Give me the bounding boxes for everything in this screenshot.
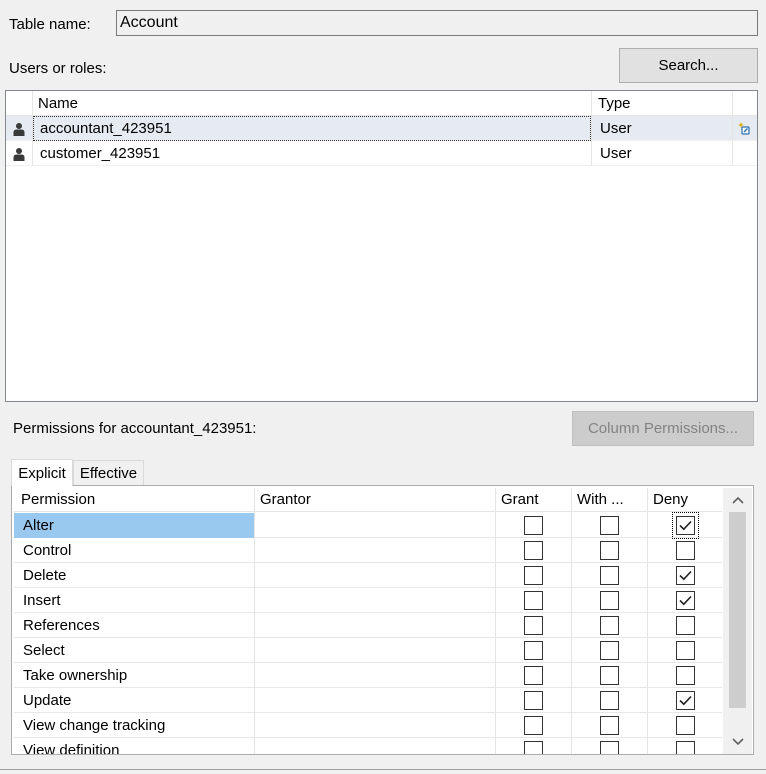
user-type: User — [600, 145, 632, 162]
scrollbar-thumb[interactable] — [729, 512, 746, 708]
user-type: User — [600, 120, 632, 137]
column-header-name[interactable]: Name — [38, 95, 78, 112]
permission-name: Select — [23, 642, 65, 659]
with-grant-checkbox[interactable] — [600, 716, 619, 735]
permission-row[interactable]: View change tracking — [14, 713, 722, 738]
grant-checkbox[interactable] — [524, 591, 543, 610]
permission-row[interactable]: Take ownership — [14, 663, 722, 688]
column-header-with-grant[interactable]: With ... — [577, 491, 624, 508]
sparkle-edit-icon[interactable] — [737, 121, 751, 139]
deny-checkbox[interactable] — [676, 541, 695, 560]
deny-checkbox[interactable] — [672, 512, 699, 539]
table-name-label: Table name: — [9, 16, 91, 33]
grant-checkbox[interactable] — [524, 516, 543, 535]
permission-name: View change tracking — [23, 717, 166, 734]
permissions-for-label: Permissions for accountant_423951: — [13, 420, 257, 437]
scroll-down-arrow-icon[interactable] — [723, 732, 752, 752]
with-grant-checkbox[interactable] — [600, 541, 619, 560]
deny-checkbox[interactable] — [676, 616, 695, 635]
permission-row[interactable]: Select — [14, 638, 722, 663]
with-grant-checkbox[interactable] — [600, 591, 619, 610]
permission-name: Update — [23, 692, 72, 709]
permission-name: Delete — [23, 567, 67, 584]
permission-name: References — [23, 617, 100, 634]
deny-checkbox[interactable] — [676, 716, 695, 735]
deny-checkbox[interactable] — [676, 566, 695, 585]
with-grant-checkbox[interactable] — [600, 516, 619, 535]
with-grant-checkbox[interactable] — [600, 566, 619, 585]
user-row[interactable]: customer_423951 User — [6, 141, 757, 166]
deny-checkbox[interactable] — [676, 691, 695, 710]
permission-row[interactable]: References — [14, 613, 722, 638]
permissions-grid[interactable]: Permission Grantor Grant With ... Deny A… — [14, 488, 722, 754]
grant-checkbox[interactable] — [524, 716, 543, 735]
users-list-header: Name Type — [6, 91, 757, 116]
permission-row[interactable]: Delete — [14, 563, 722, 588]
grant-checkbox[interactable] — [524, 741, 543, 754]
tab-effective[interactable]: Effective — [73, 460, 144, 485]
permission-name: View definition — [23, 742, 120, 754]
user-name: accountant_423951 — [40, 120, 172, 137]
column-header-deny[interactable]: Deny — [653, 491, 688, 508]
with-grant-checkbox[interactable] — [600, 741, 619, 754]
column-header-grant[interactable]: Grant — [501, 491, 539, 508]
users-roles-label: Users or roles: — [9, 60, 107, 77]
column-header-permission[interactable]: Permission — [21, 491, 95, 508]
permission-row[interactable]: Update — [14, 688, 722, 713]
bottom-divider — [0, 769, 766, 770]
permission-row[interactable]: Alter — [14, 512, 722, 539]
search-button[interactable]: Search... — [619, 48, 758, 83]
permission-name: Insert — [23, 592, 61, 609]
permission-row[interactable]: Control — [14, 538, 722, 563]
column-header-grantor[interactable]: Grantor — [260, 491, 311, 508]
grant-checkbox[interactable] — [524, 666, 543, 685]
permission-row[interactable]: View definition — [14, 738, 722, 754]
user-row[interactable]: accountant_423951 User — [6, 116, 757, 141]
deny-checkbox[interactable] — [676, 591, 695, 610]
permission-name: Take ownership — [23, 667, 128, 684]
permissions-panel: Permission Grantor Grant With ... Deny A… — [11, 485, 754, 755]
deny-checkbox[interactable] — [676, 641, 695, 660]
user-icon — [13, 122, 25, 136]
with-grant-checkbox[interactable] — [600, 616, 619, 635]
grant-checkbox[interactable] — [524, 541, 543, 560]
with-grant-checkbox[interactable] — [600, 691, 619, 710]
table-name-field[interactable]: Account — [116, 10, 758, 36]
user-icon — [13, 147, 25, 161]
users-list[interactable]: Name Type accountant_423951 User customer_… — [5, 90, 758, 402]
deny-checkbox[interactable] — [676, 741, 695, 754]
column-permissions-button[interactable]: Column Permissions... — [572, 411, 754, 446]
permission-name: Alter — [23, 517, 54, 534]
permissions-scrollbar[interactable] — [723, 488, 752, 754]
with-grant-checkbox[interactable] — [600, 666, 619, 685]
grant-checkbox[interactable] — [524, 691, 543, 710]
tab-explicit[interactable]: Explicit — [11, 459, 73, 486]
grant-checkbox[interactable] — [524, 641, 543, 660]
column-header-type[interactable]: Type — [598, 95, 631, 112]
grant-checkbox[interactable] — [524, 566, 543, 585]
permissions-header: Permission Grantor Grant With ... Deny — [14, 488, 722, 513]
deny-checkbox[interactable] — [676, 666, 695, 685]
user-name: customer_423951 — [40, 145, 161, 162]
grant-checkbox[interactable] — [524, 616, 543, 635]
scroll-up-arrow-icon[interactable] — [723, 490, 752, 510]
with-grant-checkbox[interactable] — [600, 641, 619, 660]
permission-row[interactable]: Insert — [14, 588, 722, 613]
permission-name: Control — [23, 542, 72, 559]
